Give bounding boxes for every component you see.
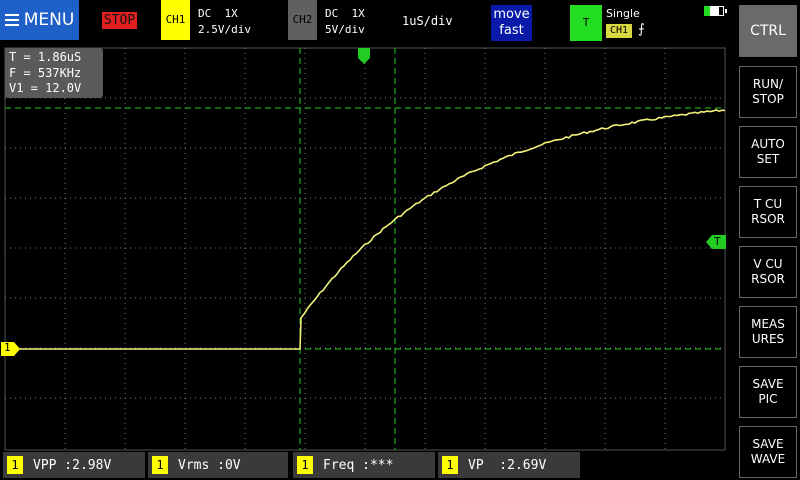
auto-set-button[interactable]: AUTO SET bbox=[739, 126, 797, 178]
menu-button[interactable]: MENU bbox=[0, 0, 79, 40]
save-wave-button[interactable]: SAVE WAVE bbox=[739, 426, 797, 478]
move-speed-label: fast bbox=[499, 23, 524, 38]
ch1-coupling: DC 1X bbox=[198, 7, 238, 20]
measurement-vp[interactable]: 1 VP :2.69V bbox=[438, 452, 580, 478]
trigger-badge[interactable]: T bbox=[570, 5, 602, 41]
move-speed-button[interactable]: move fast bbox=[491, 5, 532, 41]
measurement-info-box: T = 1.86uS F = 537KHz V1 = 12.0V bbox=[5, 48, 103, 98]
trigger-edge-icon: ⨍ bbox=[638, 22, 645, 37]
save-picture-button[interactable]: SAVE PIC bbox=[739, 366, 797, 418]
ch1-scale: 2.5V/div bbox=[198, 23, 251, 36]
period-readout: T = 1.86uS bbox=[9, 50, 82, 64]
ch2-settings[interactable]: DC 1X 5V/div bbox=[325, 6, 365, 38]
measurement-vrms[interactable]: 1 Vrms :0V bbox=[148, 452, 288, 478]
measurement-value: Freq :*** bbox=[323, 457, 394, 473]
ch1-level-marker: 1 bbox=[4, 341, 11, 354]
measures-button[interactable]: MEAS URES bbox=[739, 306, 797, 358]
measurement-value: VPP :2.98V bbox=[33, 457, 112, 473]
time-cursor-button[interactable]: T CU RSOR bbox=[739, 186, 797, 238]
hamburger-icon bbox=[4, 14, 19, 26]
menu-label: MENU bbox=[23, 10, 75, 30]
voltage-cursor-button[interactable]: V CU RSOR bbox=[739, 246, 797, 298]
channel-badge: 1 bbox=[442, 456, 458, 474]
channel-badge: 1 bbox=[297, 456, 313, 474]
measurement-vpp[interactable]: 1 VPP :2.98V bbox=[3, 452, 145, 478]
trigger-mode[interactable]: Single bbox=[606, 7, 640, 20]
trigger-source[interactable]: CH1 bbox=[606, 24, 632, 38]
timebase-readout[interactable]: 1uS/div bbox=[402, 14, 453, 28]
measurement-value: Vrms :0V bbox=[178, 457, 241, 473]
ch1-settings[interactable]: DC 1X 2.5V/div bbox=[198, 6, 251, 38]
measurement-value: VP :2.69V bbox=[468, 457, 547, 473]
waveform-display[interactable] bbox=[0, 0, 800, 480]
trigger-level-marker: T bbox=[714, 235, 721, 248]
measurement-freq[interactable]: 1 Freq :*** bbox=[293, 452, 435, 478]
ch2-coupling: DC 1X bbox=[325, 7, 365, 20]
run-state-badge[interactable]: STOP bbox=[102, 12, 137, 29]
battery-charge-indicator bbox=[704, 6, 710, 16]
run-stop-button[interactable]: RUN/ STOP bbox=[739, 66, 797, 118]
ch2-scale: 5V/div bbox=[325, 23, 365, 36]
ch2-badge[interactable]: CH2 bbox=[288, 0, 317, 40]
voltage-readout: V1 = 12.0V bbox=[9, 81, 82, 95]
trigger-position-marker[interactable] bbox=[358, 48, 370, 64]
channel-badge: 1 bbox=[7, 456, 23, 474]
move-label: move bbox=[493, 7, 530, 22]
ch1-badge[interactable]: CH1 bbox=[161, 0, 190, 40]
channel-badge: 1 bbox=[152, 456, 168, 474]
ctrl-button[interactable]: CTRL bbox=[739, 5, 797, 57]
frequency-readout: F = 537KHz bbox=[9, 65, 82, 80]
